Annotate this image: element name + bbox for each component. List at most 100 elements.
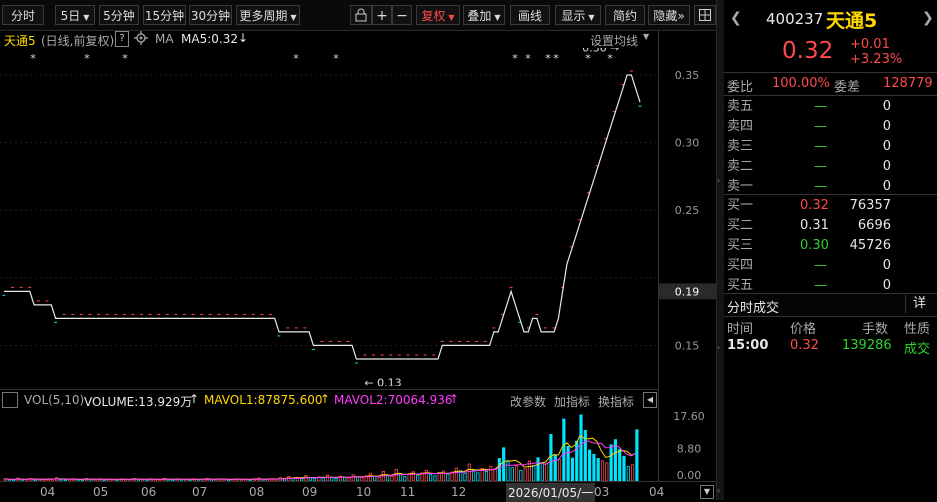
trades-header-price: 价格 <box>790 322 817 337</box>
buy-level-row[interactable]: 买四 — 0 <box>724 256 937 276</box>
level-price: — <box>814 99 827 114</box>
level-price: 0.32 <box>800 198 829 213</box>
price-chart[interactable]: * * * * * * * * * * *0.36 →← 0.13 <box>0 48 658 386</box>
weicha-value: 128779 <box>883 76 933 91</box>
volume-bar <box>484 471 489 481</box>
volume-indicator-name[interactable]: VOL(5,10) <box>24 393 84 407</box>
level-volume: 76357 <box>849 198 891 213</box>
change-params-link[interactable]: 改参数 <box>510 393 546 410</box>
volume-bar <box>463 472 467 481</box>
event-marker: * <box>84 52 90 65</box>
arrow-up-icon: ↑ <box>189 392 200 406</box>
volume-chart[interactable] <box>0 409 658 481</box>
level-label: 卖三 <box>727 139 754 154</box>
volume-bar <box>570 457 575 481</box>
dropdown-icon: ▼ <box>448 13 455 22</box>
switch-indicator-link[interactable]: 换指标 <box>598 393 634 410</box>
volume-bar <box>497 458 501 481</box>
volume-bar <box>407 473 411 481</box>
dropdown-icon: ▼ <box>83 13 90 22</box>
sell-level-row[interactable]: 卖三 — 0 <box>724 137 937 157</box>
rights-adjust-button[interactable]: 复权 ▼ <box>416 5 460 25</box>
y-tick-label: 0.35 <box>675 69 700 82</box>
price-line <box>4 74 641 360</box>
ma-settings-link[interactable]: 设置均线 <box>590 32 638 49</box>
lock-icon[interactable] <box>350 5 372 25</box>
period-30min-button[interactable]: 30分钟 <box>189 5 232 25</box>
buy-level-row[interactable]: 买一 0.32 76357 <box>724 196 937 216</box>
indicator-name[interactable]: MA <box>155 32 174 46</box>
order-ratio-row: 委比 100.00% 委差 128779 <box>724 72 937 96</box>
help-icon[interactable]: ? <box>115 31 129 47</box>
sell-level-row[interactable]: 卖二 — 0 <box>724 157 937 177</box>
volume-bar <box>536 457 540 481</box>
prev-stock-icon[interactable]: ❮ <box>730 10 742 26</box>
trades-detail-button[interactable]: 详 <box>905 295 933 313</box>
buy-level-row[interactable]: 买三 0.30 45726 <box>724 236 937 256</box>
stock-name: 天通5 <box>826 10 878 32</box>
add-indicator-link[interactable]: 加指标 <box>554 393 590 410</box>
date-axis: 04 05 06 07 08 09 10 11 12 2026/01/05/一 … <box>0 481 718 502</box>
hide-button[interactable]: 隐藏» <box>648 5 690 25</box>
sell-level-row[interactable]: 卖五 — 0 <box>724 97 937 117</box>
dropdown-icon: ▼ <box>290 13 297 22</box>
volume-bar <box>502 447 506 481</box>
current-price: 0.32 <box>782 38 834 64</box>
y-tick-label: 0.15 <box>675 339 700 352</box>
level-price: — <box>814 258 827 273</box>
period-intraday-button[interactable]: 分时 <box>2 5 44 25</box>
display-button[interactable]: 显示 ▼ <box>555 5 601 25</box>
volume-bar <box>467 463 471 481</box>
level-volume: 0 <box>882 99 891 114</box>
buy-level-row[interactable]: 买二 0.31 6696 <box>724 216 937 236</box>
quote-title-bar: ❮ 400237 天通5 ❯ <box>724 0 937 36</box>
volume-bar <box>540 462 544 481</box>
period-5day-label: 5日 <box>60 9 81 23</box>
high-price-label: 0.36 → <box>582 48 619 55</box>
level-label: 卖五 <box>727 99 754 114</box>
level-price: — <box>814 159 827 174</box>
volume-bar <box>553 454 557 481</box>
overlay-button[interactable]: 叠加 ▼ <box>463 5 505 25</box>
volume-bar <box>562 418 566 481</box>
dropdown-icon: ▼ <box>494 13 501 22</box>
collapse-box-icon[interactable] <box>2 392 18 408</box>
chevron-right-icon[interactable]: › <box>717 176 720 185</box>
more-periods-button[interactable]: 更多周期 ▼ <box>236 5 300 25</box>
period-15min-button[interactable]: 15分钟 <box>143 5 186 25</box>
dropdown-icon: ▼ <box>588 13 595 22</box>
volume-bar <box>600 460 605 481</box>
period-5min-button[interactable]: 5分钟 <box>99 5 139 25</box>
volume-bar <box>446 473 450 481</box>
chevron-left-icon[interactable]: ◀ <box>643 392 657 408</box>
gear-icon[interactable] <box>134 31 148 48</box>
chevron-down-icon[interactable]: ▼ <box>700 485 714 499</box>
simple-mode-button[interactable]: 简约 <box>605 5 645 25</box>
chart-mode: (日线,前复权) <box>41 34 115 48</box>
trades-header-nature: 性质 <box>904 322 931 337</box>
zoom-in-icon[interactable]: + <box>372 5 392 25</box>
period-5day-button[interactable]: 5日 ▼ <box>55 5 95 25</box>
x-tick-label: 03 <box>594 485 610 499</box>
layout-grid-icon[interactable] <box>694 5 716 25</box>
volume-bar <box>626 466 630 481</box>
trade-row[interactable]: 15:00 0.32 139286 成交 <box>724 336 937 357</box>
draw-line-button[interactable]: 画线 <box>510 5 550 25</box>
arrow-up-icon: ↑ <box>449 392 460 406</box>
volume-bar <box>454 467 458 481</box>
sell-level-row[interactable]: 卖四 — 0 <box>724 117 937 137</box>
level-label: 卖四 <box>727 119 754 134</box>
x-tick-label: 07 <box>192 485 208 499</box>
chart-stock-name: 天通5 <box>4 34 36 48</box>
volume-bar <box>579 414 583 481</box>
volume-bar <box>596 458 600 481</box>
next-stock-icon[interactable]: ❯ <box>922 10 934 26</box>
level-volume: 45726 <box>849 238 891 253</box>
chevron-left-icon[interactable]: ‹ <box>717 486 720 495</box>
level-label: 卖二 <box>727 159 754 174</box>
trades-title-bar: 分时成交 详 <box>724 293 937 317</box>
chevron-right-icon[interactable]: › <box>717 343 720 352</box>
event-marker: * <box>512 52 518 65</box>
level-price: 0.30 <box>800 238 829 253</box>
zoom-out-icon[interactable]: − <box>392 5 412 25</box>
